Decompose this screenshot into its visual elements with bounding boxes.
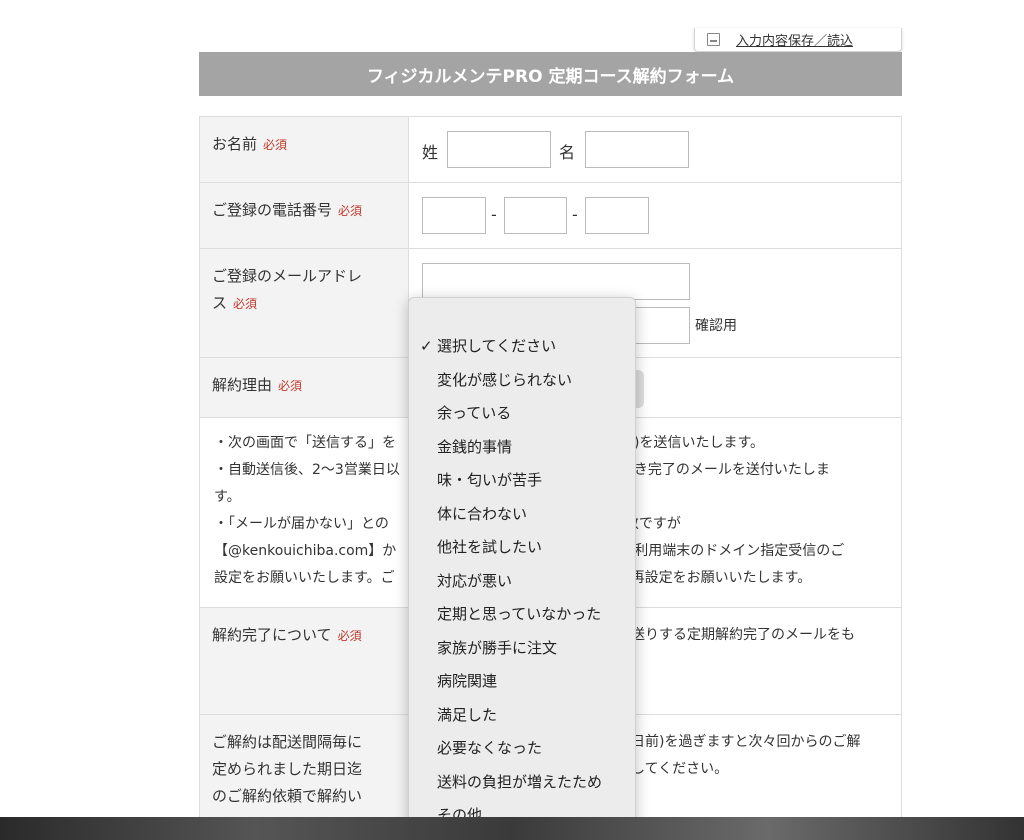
- dropdown-option[interactable]: 対応が悪い: [409, 565, 635, 599]
- dropdown-option[interactable]: 変化が感じられない: [409, 364, 635, 398]
- first-name-input[interactable]: [585, 131, 689, 168]
- phone-separator: -: [491, 205, 497, 224]
- dropdown-option[interactable]: 家族が勝手に注文: [409, 632, 635, 666]
- name-label: お名前 必須: [199, 117, 409, 182]
- email-confirm-label: 確認用: [695, 318, 737, 334]
- phone-label: ご登録の電話番号 必須: [199, 183, 409, 248]
- required-badge: 必須: [278, 379, 303, 393]
- phone-field: - -: [409, 183, 902, 248]
- dropdown-option[interactable]: 味・匂いが苦手: [409, 464, 635, 498]
- dropdown-option[interactable]: 必要なくなった: [409, 732, 635, 766]
- dropdown-option[interactable]: 送料の負担が増えたため: [409, 766, 635, 800]
- dropdown-option[interactable]: ✓ 選択してください: [409, 330, 635, 364]
- dropdown-option[interactable]: 定期と思っていなかった: [409, 598, 635, 632]
- phone-row: ご登録の電話番号 必須 - -: [199, 183, 902, 249]
- checkmark-icon: ✓: [420, 337, 433, 355]
- completion-label: 解約完了について 必須: [199, 608, 409, 714]
- dropdown-option[interactable]: 体に合わない: [409, 498, 635, 532]
- name-field: 姓 名: [409, 117, 902, 182]
- first-name-label: 名: [559, 143, 576, 162]
- save-load-link[interactable]: 入力内容保存／読込: [736, 30, 853, 49]
- dropdown-option[interactable]: 余っている: [409, 397, 635, 431]
- save-load-tab[interactable]: 入力内容保存／読込: [694, 28, 902, 52]
- phone-input-2[interactable]: [504, 197, 567, 234]
- dropdown-option[interactable]: 他社を試したい: [409, 531, 635, 565]
- phone-input-3[interactable]: [585, 197, 649, 234]
- completion-text: 送りする定期解約完了のメールをも: [631, 627, 855, 643]
- email-label: ご登録のメールアドレ ス必須: [199, 249, 409, 357]
- phone-separator: -: [572, 205, 578, 224]
- form-title: フィジカルメンテPRO 定期コース解約フォーム: [199, 52, 902, 96]
- deadline-text-1: 日前)を過ぎますと次々回からのご解: [631, 734, 861, 750]
- email-input[interactable]: [422, 263, 690, 300]
- reason-label: 解約理由 必須: [199, 358, 409, 417]
- dropdown-option[interactable]: 病院関連: [409, 665, 635, 699]
- required-badge: 必須: [337, 629, 362, 643]
- dropdown-option[interactable]: 満足した: [409, 699, 635, 733]
- dropdown-option[interactable]: 金銭的事情: [409, 431, 635, 465]
- deadline-text-2: してください。: [631, 761, 729, 777]
- deadline-label: ご解約は配送間隔毎に 定められました期日迄 のご解約依頼で解約い: [199, 715, 409, 825]
- last-name-label: 姓: [422, 143, 439, 162]
- required-badge: 必須: [338, 204, 363, 218]
- required-badge: 必須: [263, 138, 288, 152]
- required-badge: 必須: [233, 297, 258, 311]
- reason-dropdown[interactable]: ✓ 選択してください 変化が感じられない 余っている 金銭的事情 味・匂いが苦手 …: [408, 297, 636, 837]
- name-row: お名前 必須 姓 名: [199, 116, 902, 183]
- last-name-input[interactable]: [447, 131, 551, 168]
- background-photo-strip: [0, 817, 1024, 840]
- phone-input-1[interactable]: [422, 197, 486, 234]
- floppy-disk-icon: [707, 33, 720, 46]
